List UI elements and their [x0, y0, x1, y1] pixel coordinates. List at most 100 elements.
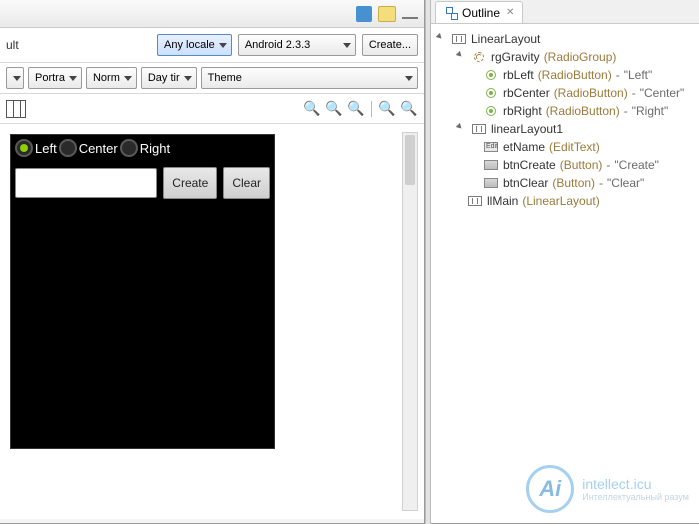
- node-type: (RadioButton): [546, 104, 620, 118]
- daytime-value: Day tir: [148, 72, 180, 84]
- locale-combo-value: Any locale: [164, 39, 215, 51]
- button-icon: [484, 160, 498, 170]
- watermark: Ai intellect.icu Интеллектуальный разум: [526, 465, 689, 513]
- outline-tree: LinearLayout rgGravity (RadioGroup) rbLe…: [431, 24, 699, 216]
- orientation-combo[interactable]: Portra: [28, 67, 82, 89]
- node-name: btnCreate: [503, 158, 556, 172]
- daytime-combo[interactable]: Day tir: [141, 67, 197, 89]
- node-name: llMain: [487, 194, 518, 208]
- node-name: rbRight: [503, 104, 542, 118]
- scrollbar-thumb[interactable]: [405, 135, 415, 185]
- tree-node-rbCenter[interactable]: rbCenter (RadioButton) - "Center": [435, 84, 695, 102]
- create-config-label: Create...: [369, 39, 411, 51]
- edittext-icon: Edit: [484, 142, 498, 152]
- tree-node-rbRight[interactable]: rbRight (RadioButton) - "Right": [435, 102, 695, 120]
- etName-input[interactable]: [15, 168, 157, 198]
- uimode-combo[interactable]: Norm: [86, 67, 137, 89]
- expander-icon[interactable]: [435, 33, 447, 45]
- config-row-2: Portra Norm Day tir Theme: [0, 63, 424, 94]
- radio-right-indicator: [120, 139, 138, 157]
- node-name: btnClear: [503, 176, 548, 190]
- btnCreate-label: Create: [172, 176, 208, 190]
- radiogroup-icon: [474, 52, 484, 62]
- minimize-icon[interactable]: [400, 4, 420, 24]
- linearlayout-icon: [472, 124, 486, 134]
- chevron-down-icon: [343, 43, 351, 48]
- node-type: (RadioGroup): [544, 50, 617, 64]
- btnClear-label: Clear: [232, 176, 261, 190]
- platform-combo-value: Android 2.3.3: [245, 39, 310, 51]
- btnCreate-button[interactable]: Create: [163, 167, 217, 199]
- platform-combo[interactable]: Android 2.3.3: [238, 34, 356, 56]
- tree-node-btnClear[interactable]: btnClear (Button) - "Clear": [435, 174, 695, 192]
- watermark-sub: Интеллектуальный разум: [582, 492, 689, 502]
- misc-combo-1[interactable]: [6, 67, 24, 89]
- device-canvas: Left Center Right Create Clear: [0, 124, 424, 519]
- uimode-value: Norm: [93, 72, 120, 84]
- chevron-down-icon: [219, 43, 227, 48]
- radio-right-label: Right: [140, 141, 170, 156]
- tree-node-rgGravity[interactable]: rgGravity (RadioGroup): [435, 48, 695, 66]
- tree-node-etName[interactable]: Edit etName (EditText): [435, 138, 695, 156]
- toolbar-separator: [371, 101, 372, 117]
- outline-tabbar: Outline ✕: [431, 0, 699, 24]
- radio-left[interactable]: Left: [15, 139, 57, 157]
- node-type: (RadioButton): [538, 68, 612, 82]
- node-name: etName: [503, 140, 545, 154]
- radiobutton-icon: [486, 88, 496, 98]
- node-type: (Button): [560, 158, 603, 172]
- radio-center-label: Center: [79, 141, 118, 156]
- outline-panel: Outline ✕ LinearLayout rgGravity (RadioG…: [431, 0, 699, 524]
- tree-node-root[interactable]: LinearLayout: [435, 30, 695, 48]
- zoom-fit-icon[interactable]: 🔍: [325, 100, 343, 118]
- palette-icon[interactable]: [354, 4, 374, 24]
- node-text: "Left": [624, 68, 653, 82]
- watermark-logo: Ai: [526, 465, 574, 513]
- zoom-reset-icon[interactable]: 🔍: [303, 100, 321, 118]
- node-text: "Right": [632, 104, 669, 118]
- multi-config-icon[interactable]: [6, 100, 26, 118]
- tree-node-btnCreate[interactable]: btnCreate (Button) - "Create": [435, 156, 695, 174]
- editor-top-toolbar: [0, 0, 424, 28]
- theme-combo[interactable]: Theme: [201, 67, 418, 89]
- resource-icon[interactable]: [377, 4, 397, 24]
- tree-node-linearLayout1[interactable]: linearLayout1: [435, 120, 695, 138]
- linearLayout1-row: Create Clear: [11, 161, 274, 205]
- radio-left-label: Left: [35, 141, 57, 156]
- expander-icon[interactable]: [455, 123, 467, 135]
- node-name: rbCenter: [503, 86, 550, 100]
- node-type: (RadioButton): [554, 86, 628, 100]
- zoom-100-icon[interactable]: 🔍: [347, 100, 365, 118]
- device-preview: Left Center Right Create Clear: [10, 134, 275, 449]
- node-name: rgGravity: [491, 50, 540, 64]
- zoom-out-icon[interactable]: 🔍: [400, 100, 418, 118]
- radio-right[interactable]: Right: [120, 139, 170, 157]
- config-row-1: ult Any locale Android 2.3.3 Create...: [0, 28, 424, 63]
- canvas-scrollbar[interactable]: [402, 132, 418, 511]
- create-config-button[interactable]: Create...: [362, 34, 418, 56]
- tab-outline-label: Outline: [462, 6, 500, 20]
- config-label-ult: ult: [6, 38, 19, 52]
- chevron-down-icon: [13, 76, 21, 81]
- tree-node-rbLeft[interactable]: rbLeft (RadioButton) - "Left": [435, 66, 695, 84]
- locale-combo[interactable]: Any locale: [157, 34, 232, 56]
- chevron-down-icon: [124, 76, 132, 81]
- radio-center[interactable]: Center: [59, 139, 118, 157]
- radio-group-rgGravity[interactable]: Left Center Right: [11, 135, 274, 161]
- layout-editor-panel: ult Any locale Android 2.3.3 Create... P…: [0, 0, 425, 524]
- zoom-in-icon[interactable]: 🔍: [378, 100, 396, 118]
- node-name: rbLeft: [503, 68, 534, 82]
- canvas-toolbar: 🔍 🔍 🔍 🔍 🔍: [0, 94, 424, 124]
- chevron-down-icon: [405, 76, 413, 81]
- theme-value: Theme: [208, 72, 242, 84]
- node-text: "Clear": [607, 176, 644, 190]
- close-icon[interactable]: ✕: [506, 7, 514, 18]
- node-name: linearLayout1: [491, 122, 563, 136]
- radiobutton-icon: [486, 106, 496, 116]
- tree-node-llMain[interactable]: llMain (LinearLayout): [435, 192, 695, 210]
- btnClear-button[interactable]: Clear: [223, 167, 270, 199]
- node-type: (LinearLayout): [522, 194, 599, 208]
- expander-icon[interactable]: [455, 51, 467, 63]
- tab-outline[interactable]: Outline ✕: [435, 1, 523, 23]
- radio-center-indicator: [59, 139, 77, 157]
